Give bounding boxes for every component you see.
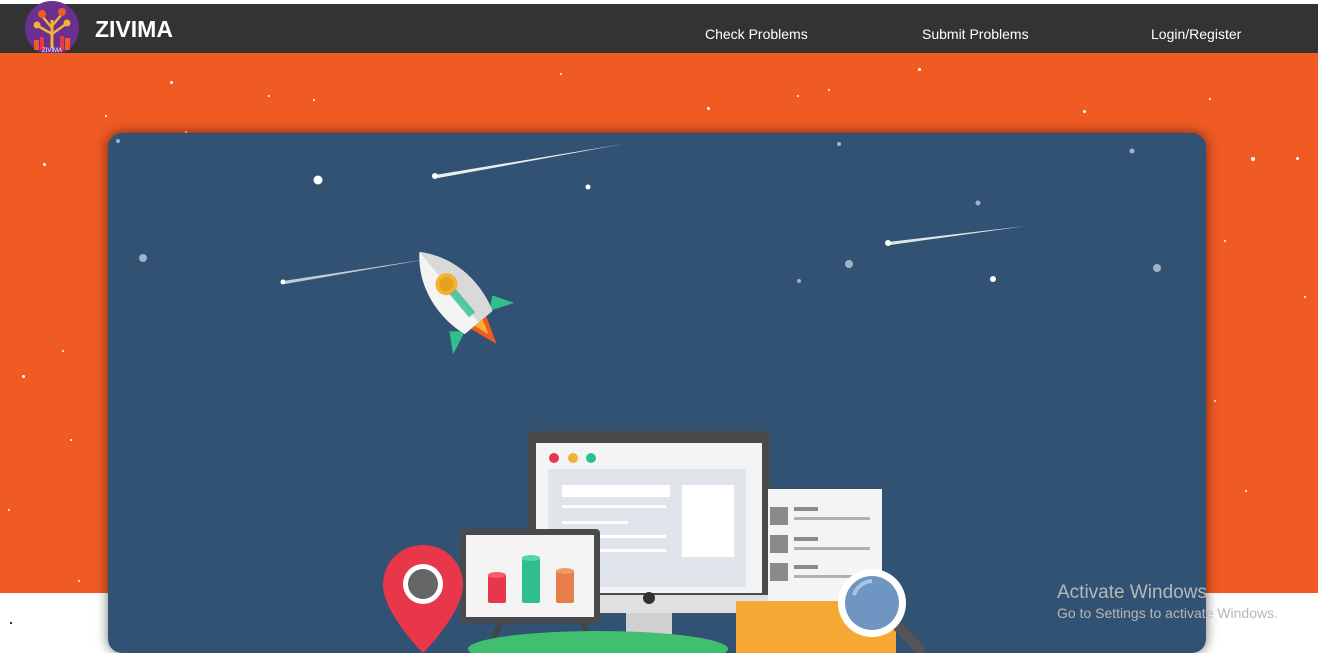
star bbox=[707, 107, 710, 110]
nav-login-register[interactable]: Login/Register bbox=[1151, 26, 1241, 42]
star bbox=[8, 509, 10, 511]
star bbox=[43, 163, 46, 166]
star bbox=[70, 439, 72, 441]
star bbox=[62, 350, 64, 352]
star bbox=[1214, 400, 1216, 402]
star bbox=[78, 580, 80, 582]
star bbox=[1245, 490, 1247, 492]
star bbox=[828, 89, 830, 91]
windows-activation-watermark: Activate Windows Go to Settings to activ… bbox=[1057, 582, 1278, 621]
page-dot bbox=[10, 622, 12, 624]
star bbox=[170, 81, 173, 84]
zivima-logo[interactable]: ZIVIMA bbox=[24, 0, 80, 56]
star bbox=[797, 95, 799, 97]
star bbox=[1296, 157, 1299, 160]
star bbox=[105, 115, 107, 117]
star bbox=[22, 375, 25, 378]
star bbox=[918, 68, 921, 71]
watermark-title: Activate Windows bbox=[1057, 582, 1207, 603]
star bbox=[560, 73, 562, 75]
star bbox=[268, 95, 270, 97]
navbar: ZIVIMA Check Problems Submit Problems Lo… bbox=[0, 4, 1318, 53]
star bbox=[1209, 98, 1211, 100]
star bbox=[1224, 240, 1226, 242]
watermark-subtitle: Go to Settings to activate Windows. bbox=[1057, 605, 1278, 621]
star bbox=[1304, 296, 1306, 298]
illustration-panel bbox=[108, 133, 1206, 653]
nav-submit-problems[interactable]: Submit Problems bbox=[922, 26, 1029, 42]
star bbox=[313, 99, 315, 101]
star bbox=[1251, 157, 1255, 161]
brand-title[interactable]: ZIVIMA bbox=[95, 16, 173, 43]
location-pin-icon bbox=[383, 545, 463, 653]
nav-check-problems[interactable]: Check Problems bbox=[705, 26, 808, 42]
star bbox=[1083, 110, 1086, 113]
rocket-icon bbox=[419, 252, 515, 355]
